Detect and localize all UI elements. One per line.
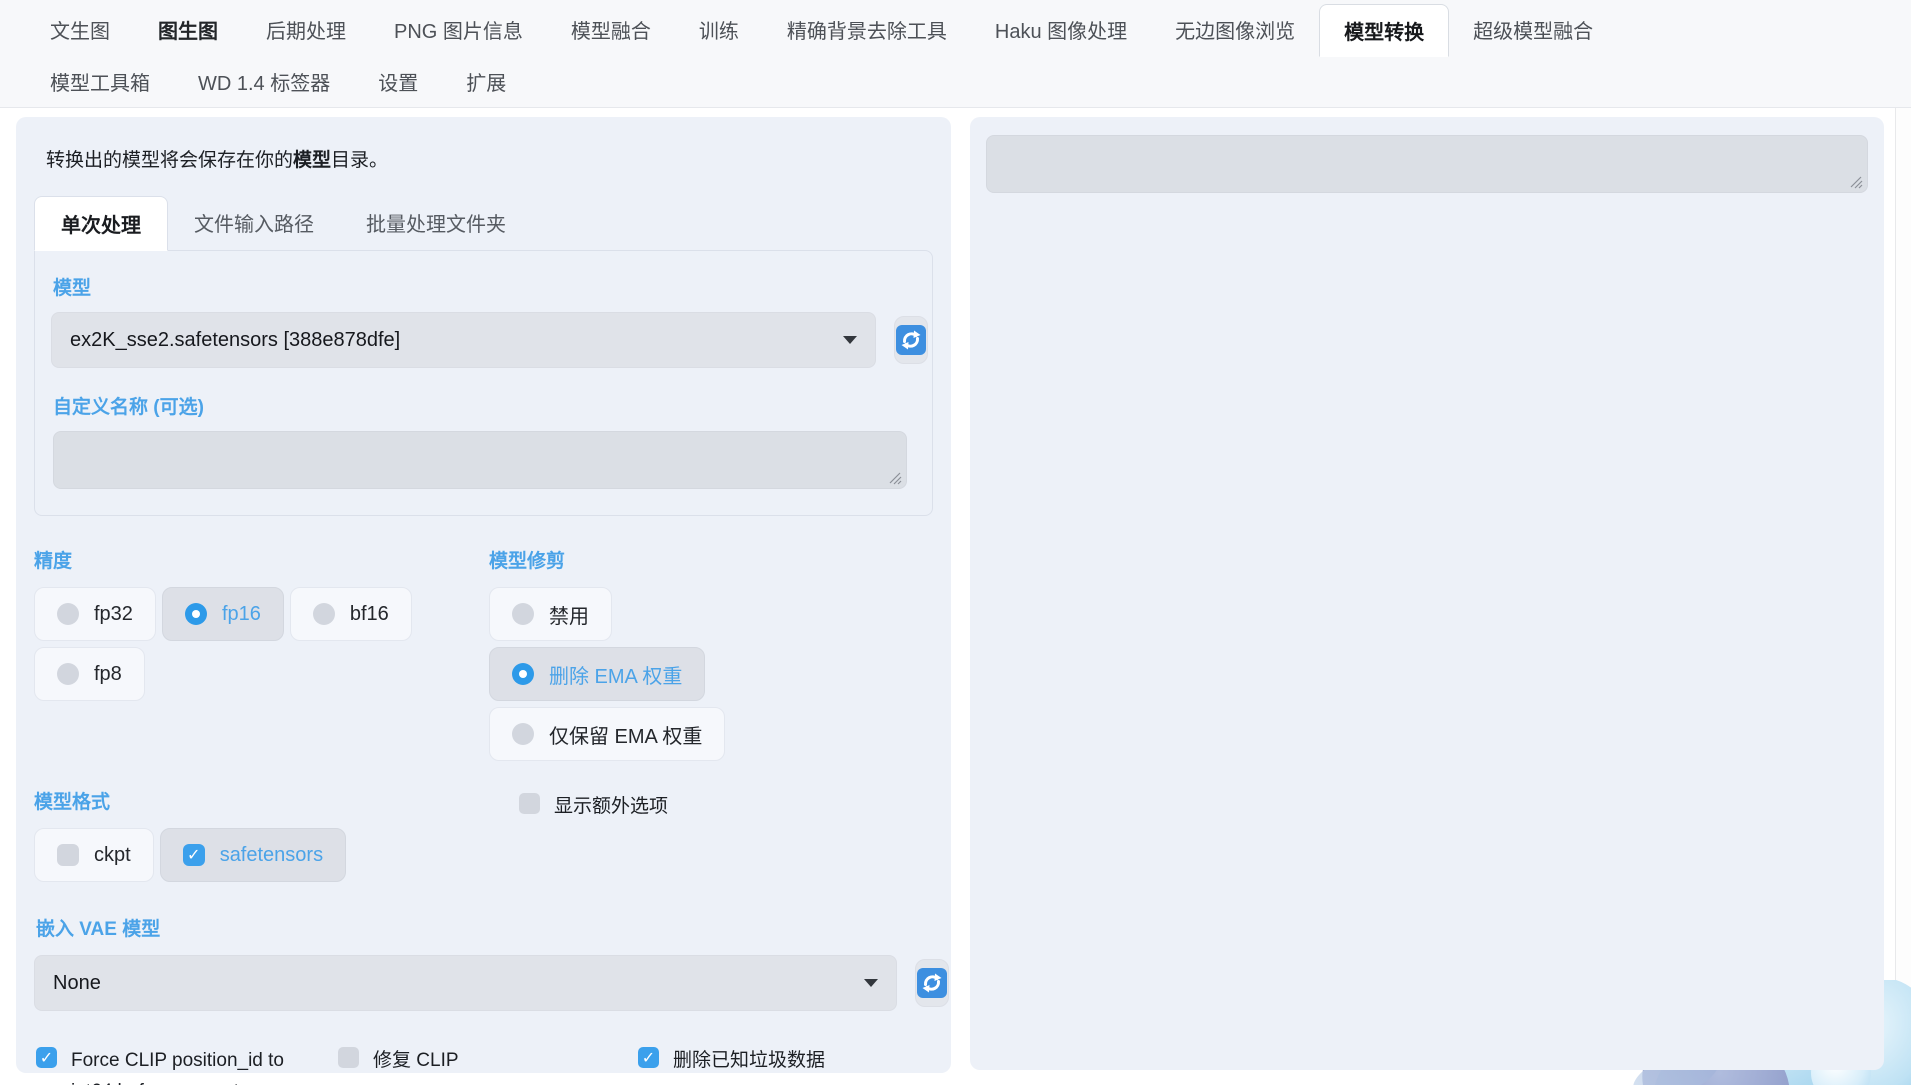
chevron-down-icon: [843, 336, 857, 344]
page-content: 转换出的模型将会保存在你的模型目录。 单次处理 文件输入路径 批量处理文件夹 模…: [0, 108, 1911, 1073]
radio-label: bf16: [350, 603, 389, 626]
radio-circle-icon: [512, 723, 534, 745]
format-group: 模型格式 ckpt ✓ safetensors: [34, 787, 489, 882]
radio-label: 禁用: [549, 600, 589, 629]
checkbox-label: ckpt: [94, 844, 131, 867]
radio-bf16[interactable]: bf16: [290, 587, 412, 641]
checkbox-force-clip-position-id[interactable]: ✓ Force CLIP position_id to int64 before…: [36, 1045, 338, 1085]
refresh-vae-button[interactable]: [915, 959, 949, 1007]
radio-pruning-disabled[interactable]: 禁用: [489, 587, 612, 641]
chevron-down-icon: [864, 979, 878, 987]
radio-label: 仅保留 EMA 权重: [549, 720, 702, 749]
main-tab-row-1: 文生图 图生图 后期处理 PNG 图片信息 模型融合 训练 精确背景去除工具 H…: [26, 4, 1885, 56]
tab-extras[interactable]: 后期处理: [242, 4, 370, 56]
radio-circle-icon: [512, 603, 534, 625]
custom-name-label: 自定义名称 (可选): [53, 392, 914, 419]
checkbox-label: Force CLIP position_id to int64 before c…: [71, 1045, 289, 1085]
subtab-file-input-path[interactable]: 文件输入路径: [168, 196, 340, 250]
main-tab-bar: 文生图 图生图 后期处理 PNG 图片信息 模型融合 训练 精确背景去除工具 H…: [0, 0, 1911, 108]
tab-super-merger[interactable]: 超级模型融合: [1449, 4, 1617, 56]
tab-train[interactable]: 训练: [675, 4, 763, 56]
extra-options-group: 显示额外选项: [489, 787, 933, 882]
radio-remove-ema[interactable]: 删除 EMA 权重: [489, 647, 705, 701]
checkbox-show-extra-options[interactable]: 显示额外选项: [519, 791, 933, 818]
vae-dropdown[interactable]: None: [34, 955, 897, 1011]
pruning-label: 模型修剪: [489, 546, 933, 573]
main-tab-row-2: 模型工具箱 WD 1.4 标签器 设置 扩展: [26, 56, 1885, 107]
tab-infinite-image-browser[interactable]: 无边图像浏览: [1151, 4, 1319, 56]
checkbox-icon: [57, 844, 79, 866]
tab-txt2img[interactable]: 文生图: [26, 4, 134, 56]
checkbox-label: 删除已知垃圾数据: [673, 1045, 825, 1072]
format-options: ckpt ✓ safetensors: [34, 828, 414, 882]
converter-settings-panel: 转换出的模型将会保存在你的模型目录。 单次处理 文件输入路径 批量处理文件夹 模…: [16, 117, 951, 1073]
pruning-group: 模型修剪 禁用 删除 EMA 权重 仅保留 EMA 权重: [489, 546, 933, 761]
mode-subtabs: 单次处理 文件输入路径 批量处理文件夹: [34, 196, 933, 250]
radio-circle-icon: [313, 603, 335, 625]
radio-circle-icon: [185, 603, 207, 625]
radio-label: fp32: [94, 603, 133, 626]
checkbox-remove-junk-data[interactable]: ✓ 删除已知垃圾数据: [638, 1045, 825, 1085]
tab-img2img[interactable]: 图生图: [134, 4, 242, 56]
tab-settings[interactable]: 设置: [354, 56, 442, 107]
precision-label: 精度: [34, 546, 489, 573]
vae-label: 嵌入 VAE 模型: [36, 914, 933, 941]
tab-wd14-tagger[interactable]: WD 1.4 标签器: [174, 56, 354, 107]
radio-fp32[interactable]: fp32: [34, 587, 156, 641]
notice-bold-text: 模型: [293, 150, 331, 171]
checkbox-checked-icon: ✓: [36, 1047, 57, 1068]
refresh-models-button[interactable]: [894, 316, 928, 364]
format-label: 模型格式: [34, 787, 489, 814]
model-label: 模型: [53, 273, 914, 300]
resize-handle-icon[interactable]: [888, 471, 902, 485]
model-dropdown-value: ex2K_sse2.safetensors [388e878dfe]: [70, 329, 400, 352]
notice-text-suffix: 目录。: [331, 150, 388, 171]
notice-text: 转换出的模型将会保存在你的: [46, 150, 293, 171]
checkbox-safetensors[interactable]: ✓ safetensors: [160, 828, 346, 882]
radio-circle-icon: [512, 663, 534, 685]
checkbox-icon: [338, 1047, 359, 1068]
radio-keep-ema-only[interactable]: 仅保留 EMA 权重: [489, 707, 725, 761]
checkbox-label: 显示额外选项: [554, 791, 668, 818]
convert-options-row: ✓ Force CLIP position_id to int64 before…: [36, 1045, 933, 1085]
tab-png-info[interactable]: PNG 图片信息: [370, 4, 547, 56]
checkbox-checked-icon: ✓: [183, 844, 205, 866]
subtab-single-process[interactable]: 单次处理: [34, 196, 168, 251]
precision-group: 精度 fp32 fp16 bf16: [34, 546, 489, 761]
radio-label: fp8: [94, 663, 122, 686]
refresh-icon: [916, 967, 948, 999]
output-textbox[interactable]: [986, 135, 1868, 193]
pruning-options: 禁用 删除 EMA 权重 仅保留 EMA 权重: [489, 587, 829, 761]
custom-name-input[interactable]: [53, 431, 907, 489]
checkbox-icon: [519, 793, 540, 814]
radio-fp16[interactable]: fp16: [162, 587, 284, 641]
checkbox-label: 修复 CLIP: [373, 1045, 459, 1072]
radio-circle-icon: [57, 663, 79, 685]
tab-haku-img[interactable]: Haku 图像处理: [971, 4, 1151, 56]
save-location-notice: 转换出的模型将会保存在你的模型目录。: [46, 145, 921, 172]
tab-background-removal[interactable]: 精确背景去除工具: [763, 4, 971, 56]
precision-options: fp32 fp16 bf16 fp8: [34, 587, 414, 701]
vae-dropdown-value: None: [53, 972, 101, 995]
radio-label: fp16: [222, 603, 261, 626]
radio-label: 删除 EMA 权重: [549, 660, 682, 689]
subtab-batch-folder[interactable]: 批量处理文件夹: [340, 196, 532, 250]
single-process-tab-content: 模型 ex2K_sse2.safetensors [388e878dfe]: [34, 250, 933, 516]
radio-fp8[interactable]: fp8: [34, 647, 145, 701]
refresh-icon: [895, 324, 927, 356]
checkbox-fix-clip[interactable]: 修复 CLIP: [338, 1045, 638, 1085]
checkbox-ckpt[interactable]: ckpt: [34, 828, 154, 882]
output-panel: [970, 117, 1884, 1070]
checkbox-label: safetensors: [220, 844, 323, 867]
model-dropdown[interactable]: ex2K_sse2.safetensors [388e878dfe]: [51, 312, 876, 368]
tab-model-converter[interactable]: 模型转换: [1319, 4, 1449, 57]
tab-extensions[interactable]: 扩展: [442, 56, 530, 107]
checkbox-checked-icon: ✓: [638, 1047, 659, 1068]
radio-circle-icon: [57, 603, 79, 625]
resize-handle-icon[interactable]: [1849, 175, 1863, 189]
tab-checkpoint-merger[interactable]: 模型融合: [547, 4, 675, 56]
tab-model-toolkit[interactable]: 模型工具箱: [26, 56, 174, 107]
